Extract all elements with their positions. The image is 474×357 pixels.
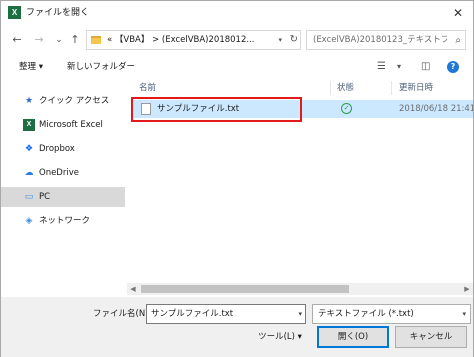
sidebar-item-microsoft-excel[interactable]: X Microsoft Excel — [1, 115, 125, 135]
sidebar-item-label: ネットワーク — [39, 216, 91, 226]
excel-icon: X — [23, 119, 35, 131]
new-folder-button[interactable]: 新しいフォルダー — [67, 60, 135, 74]
close-button[interactable]: ✕ — [447, 3, 469, 23]
open-file-dialog: X ファイルを開く ✕ ← → ⌄ ↑ « 【VBA】 > (ExcelVBA)… — [0, 0, 474, 357]
sync-status-check-icon: ✓ — [341, 103, 352, 114]
refresh-icon[interactable]: ↻ — [290, 33, 298, 47]
scroll-left-icon[interactable]: ◀ — [127, 283, 139, 295]
dropbox-icon: ❖ — [24, 144, 34, 154]
file-type-value: テキストファイル (*.txt) — [318, 309, 414, 319]
sort-ascending-icon: ^ — [231, 79, 238, 84]
search-box[interactable]: (ExcelVBA)20180123_テキストフ... ⌕ — [306, 30, 466, 50]
help-icon[interactable]: ? — [447, 61, 459, 73]
sidebar-item-label: Microsoft Excel — [39, 120, 103, 130]
horizontal-scrollbar[interactable]: ◀ ▶ — [127, 283, 473, 295]
filename-field[interactable]: サンプルファイル.txt ▾ — [146, 304, 306, 324]
scrollbar-thumb[interactable] — [141, 285, 349, 293]
address-bar[interactable]: « 【VBA】 > (ExcelVBA)2018012... ▾ ↻ — [86, 30, 301, 50]
file-modified-date: 2018/06/18 21:41 — [399, 104, 473, 114]
quick-access-star-icon: ★ — [24, 96, 34, 106]
column-header-name[interactable]: 名前 — [139, 79, 156, 97]
command-toolbar: 整理 ▾ 新しいフォルダー ☰ ▾ ◫ ? — [1, 57, 473, 77]
search-icon[interactable]: ⌕ — [455, 34, 461, 47]
back-arrow-icon[interactable]: ← — [9, 32, 25, 48]
sidebar-item-dropbox[interactable]: ❖ Dropbox — [1, 139, 125, 159]
sidebar-item-quick-access[interactable]: ★ クイック アクセス — [1, 91, 125, 111]
chevron-down-icon[interactable]: ▾ — [397, 60, 401, 74]
column-header-status[interactable]: 状態 — [337, 79, 354, 97]
excel-icon: X — [8, 6, 21, 19]
chevron-down-icon[interactable]: ▾ — [278, 34, 282, 47]
forward-arrow-icon[interactable]: → — [31, 32, 47, 48]
filename-label: ファイル名(N): — [93, 309, 152, 319]
annotation-highlight-box — [131, 97, 302, 122]
pc-icon: ▭ — [24, 192, 34, 202]
recent-locations-icon[interactable]: ⌄ — [51, 32, 67, 48]
folder-icon — [91, 36, 101, 44]
navigation-pane: ★ クイック アクセス X Microsoft Excel ❖ Dropbox … — [1, 79, 125, 295]
column-header-modified[interactable]: 更新日時 — [399, 79, 433, 97]
title-bar: X ファイルを開く ✕ — [1, 1, 473, 25]
organize-button[interactable]: 整理 ▾ — [19, 60, 43, 74]
sidebar-item-label: Dropbox — [39, 144, 75, 154]
address-path[interactable]: « 【VBA】 > (ExcelVBA)2018012... — [107, 34, 272, 47]
filename-value[interactable]: サンプルファイル.txt — [151, 307, 233, 321]
preview-pane-icon[interactable]: ◫ — [421, 60, 430, 74]
window-title: ファイルを開く — [26, 8, 90, 18]
sidebar-item-label: クイック アクセス — [39, 96, 110, 106]
sidebar-item-label: PC — [39, 192, 51, 202]
onedrive-cloud-icon: ☁ — [24, 168, 34, 178]
file-type-select[interactable]: テキストファイル (*.txt) ▾ — [312, 304, 471, 324]
sidebar-item-onedrive[interactable]: ☁ OneDrive — [1, 163, 125, 183]
tools-button[interactable]: ツール(L) ▾ — [251, 327, 309, 347]
view-options-icon[interactable]: ☰ — [377, 60, 386, 74]
up-arrow-icon[interactable]: ↑ — [67, 32, 83, 48]
navigation-bar: ← → ⌄ ↑ « 【VBA】 > (ExcelVBA)2018012... ▾… — [1, 28, 473, 54]
sidebar-item-label: OneDrive — [39, 168, 79, 178]
dialog-footer: ファイル名(N): サンプルファイル.txt ▾ テキストファイル (*.txt… — [1, 297, 473, 357]
chevron-down-icon[interactable]: ▾ — [298, 308, 302, 321]
network-icon: ◈ — [25, 216, 33, 226]
sidebar-item-pc[interactable]: ▭ PC — [1, 187, 125, 207]
column-divider[interactable] — [330, 81, 331, 95]
open-button[interactable]: 開く(O) — [317, 326, 389, 348]
chevron-down-icon[interactable]: ▾ — [462, 308, 466, 321]
sidebar-item-network[interactable]: ◈ ネットワーク — [1, 211, 125, 231]
cancel-button[interactable]: キャンセル — [395, 326, 467, 348]
scroll-right-icon[interactable]: ▶ — [461, 283, 473, 295]
column-divider[interactable] — [391, 81, 392, 95]
search-input[interactable]: (ExcelVBA)20180123_テキストフ... — [313, 34, 447, 47]
